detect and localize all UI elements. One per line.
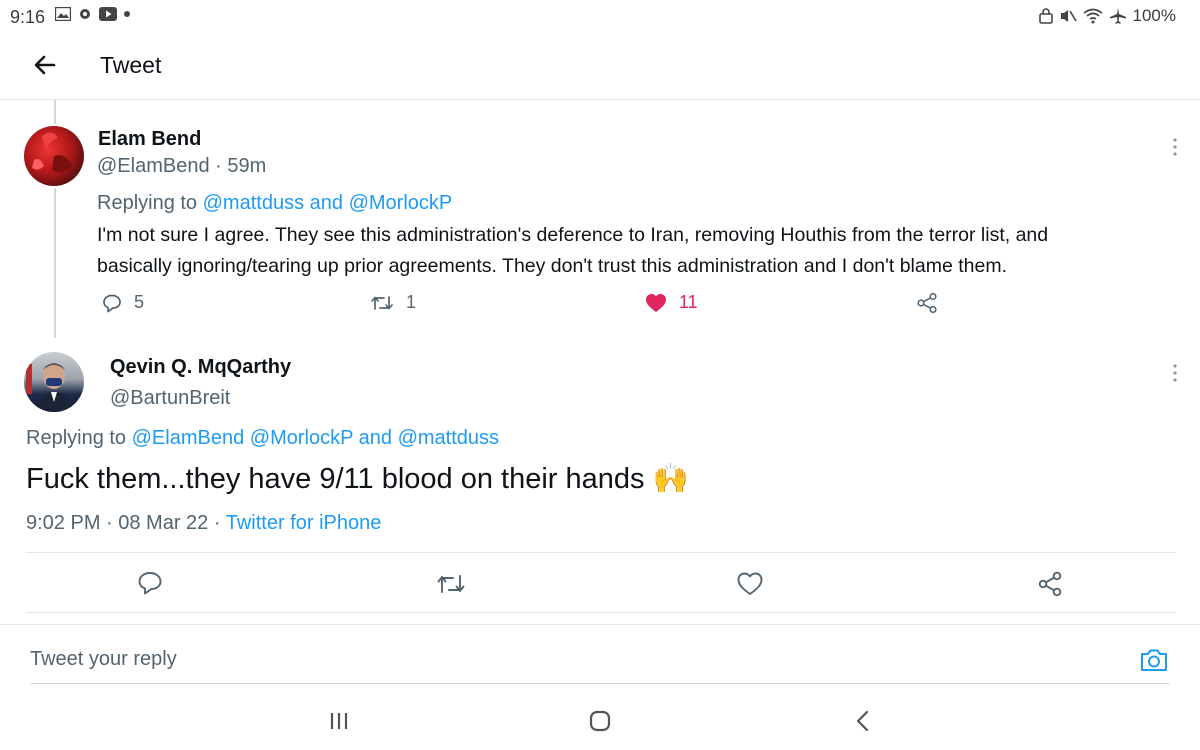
airplane-icon	[1109, 8, 1126, 24]
raised-hands-emoji: 🙌	[652, 463, 689, 495]
back-arrow-icon[interactable]	[28, 48, 62, 82]
camera-icon[interactable]	[1138, 644, 1170, 676]
tweet-timestamp[interactable]: 9:02 PM · 08 Mar 22 ·	[26, 512, 226, 534]
heart-filled-icon	[646, 293, 666, 312]
status-bar: 9:16 100%	[0, 0, 1200, 36]
heart-icon[interactable]	[737, 572, 763, 596]
replying-to-label: Replying to	[97, 192, 198, 214]
lock-icon	[1038, 8, 1053, 24]
tweet-text-line: basically ignoring/tearing up prior agre…	[97, 255, 1007, 277]
back-nav-icon[interactable]	[848, 706, 878, 736]
like-button[interactable]: 11	[645, 292, 698, 313]
thread-connector-top	[54, 100, 56, 124]
tweet-meta: 9:02 PM · 08 Mar 22 · Twitter for iPhone	[26, 512, 381, 535]
replying-and: and	[309, 192, 344, 214]
avatar[interactable]	[24, 352, 84, 412]
image-icon	[55, 7, 71, 21]
mute-icon	[1060, 10, 1077, 22]
recent-apps-icon[interactable]	[324, 706, 354, 736]
tweet-text: I'm not sure I agree. They see this admi…	[97, 220, 1048, 282]
more-options-icon[interactable]	[1169, 136, 1181, 158]
replying-to: Replying to @ElamBend @MorlockP and @mat…	[26, 427, 499, 450]
reply-input-placeholder[interactable]: Tweet your reply	[30, 648, 177, 671]
tweet-text: Fuck them...they have 9/11 blood on thei…	[26, 462, 689, 496]
gear-icon	[80, 9, 90, 19]
reply-button[interactable]: 5	[102, 292, 144, 313]
tweet-text-line: I'm not sure I agree. They see this admi…	[97, 224, 1049, 246]
dot-icon	[124, 11, 130, 17]
youtube-icon	[99, 7, 117, 21]
divider	[26, 612, 1175, 613]
author-handle[interactable]: @ElamBend · 59m	[97, 155, 266, 178]
status-time: 9:16	[10, 7, 46, 27]
retweet-icon	[371, 295, 393, 310]
reply-icon[interactable]	[137, 570, 163, 596]
reply-section-divider	[0, 624, 1200, 625]
replying-and: and	[358, 427, 392, 449]
more-options-icon[interactable]	[1169, 362, 1181, 384]
author-handle[interactable]: @BartunBreit	[110, 387, 230, 410]
mention-link[interactable]: @ElamBend @MorlockP	[132, 427, 353, 449]
like-count: 11	[679, 292, 698, 312]
replying-to: Replying to @mattduss and @MorlockP	[97, 192, 452, 215]
reply-count: 5	[134, 292, 145, 312]
tweet-source-link[interactable]: Twitter for iPhone	[226, 512, 382, 534]
share-icon[interactable]	[1037, 570, 1063, 598]
wifi-icon	[1083, 8, 1103, 24]
replying-to-label: Replying to	[26, 427, 127, 449]
home-icon[interactable]	[585, 706, 615, 736]
page-header: Tweet	[0, 36, 1200, 100]
share-icon	[917, 292, 937, 314]
battery-level: 100%	[1132, 6, 1176, 25]
retweet-count: 1	[406, 292, 417, 312]
reply-icon	[103, 294, 121, 312]
thread-connector-bottom	[54, 188, 56, 338]
mention-link[interactable]: @mattduss	[398, 427, 499, 449]
retweet-icon[interactable]	[436, 572, 466, 596]
system-nav-bar	[0, 700, 1200, 750]
retweet-button[interactable]: 1	[370, 292, 416, 313]
divider	[26, 552, 1175, 553]
author-name[interactable]: Elam Bend	[98, 128, 201, 151]
reply-composer[interactable]: Tweet your reply	[30, 640, 1170, 684]
status-icons-left	[55, 6, 131, 22]
share-button[interactable]	[916, 292, 938, 314]
mention-link[interactable]: @mattduss	[203, 192, 304, 214]
tweet-text-body: Fuck them...they have 9/11 blood on thei…	[26, 463, 645, 495]
mention-link[interactable]: @MorlockP	[349, 192, 453, 214]
author-name[interactable]: Qevin Q. MqQarthy	[110, 356, 291, 379]
avatar[interactable]	[24, 126, 84, 186]
page-title: Tweet	[100, 52, 162, 78]
status-icons-right: 100%	[1038, 6, 1176, 26]
